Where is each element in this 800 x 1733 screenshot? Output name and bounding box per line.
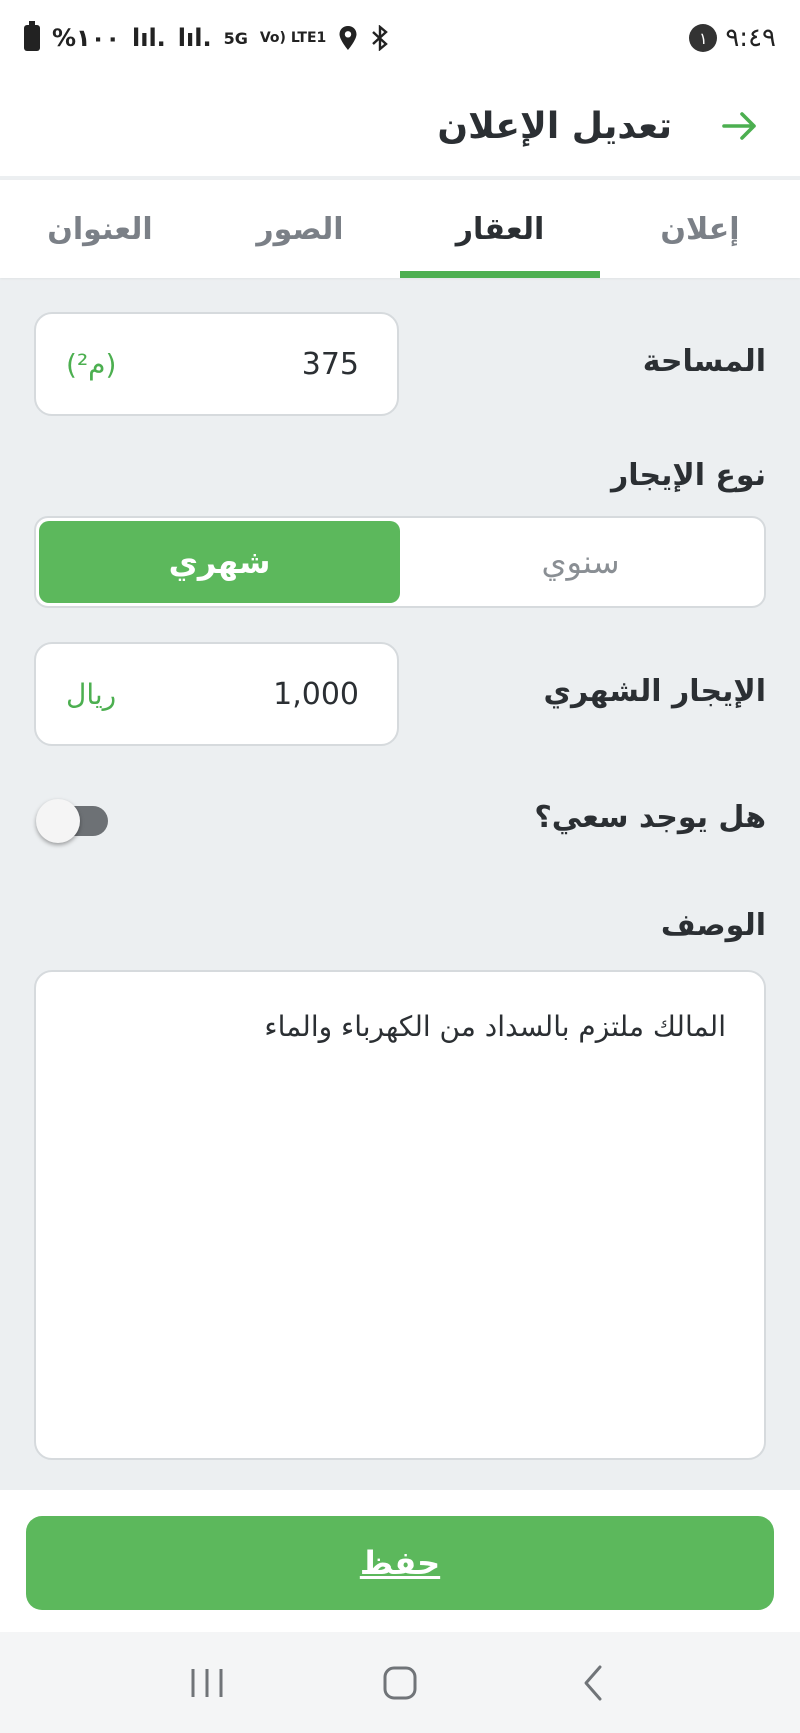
recent-apps-button[interactable] [177, 1653, 237, 1713]
broker-fee-label: هل يوجد سعي؟ [534, 800, 766, 835]
area-unit: (م²) [66, 347, 117, 381]
battery-level: %١٠٠ [52, 24, 120, 52]
bluetooth-icon [372, 25, 389, 51]
tab-property[interactable]: العقار [400, 180, 600, 278]
clock: ٩:٤٩ [725, 23, 776, 53]
signal-icon-2: lıl. [177, 24, 212, 52]
rent-type-label: نوع الإيجار [610, 458, 766, 493]
system-nav-bar [0, 1632, 800, 1733]
recent-apps-icon [191, 1668, 223, 1697]
network-type: 5G [223, 28, 248, 48]
notification-badge: ١ [689, 24, 718, 52]
bottom-action-bar: حفظ [0, 1490, 800, 1632]
area-label: المساحة [642, 344, 766, 379]
status-icons: %١٠٠ lıl. lıl. 5G Vo) LTE1 [24, 21, 390, 52]
monthly-rent-field[interactable]: ريال 1,000 [34, 642, 399, 746]
toggle-knob [36, 799, 80, 843]
page-title: تعديل الإعلان [437, 105, 672, 147]
back-button[interactable] [563, 1653, 623, 1713]
save-button[interactable]: حفظ [26, 1516, 774, 1610]
rent-type-monthly[interactable]: شهري [39, 521, 400, 603]
monthly-rent-value: 1,000 [273, 676, 359, 712]
back-arrow-icon[interactable] [720, 106, 760, 146]
description-textarea[interactable]: المالك ملتزم بالسداد من الكهرباء والماء [34, 970, 766, 1460]
broker-fee-toggle[interactable] [36, 799, 108, 843]
signal-icon: lıl. [132, 24, 166, 52]
description-label: الوصف [660, 908, 766, 943]
back-chevron-icon [584, 1665, 602, 1700]
home-icon [383, 1666, 417, 1699]
app-header: تعديل الإعلان [0, 76, 800, 176]
rent-type-yearly[interactable]: سنوي [400, 521, 761, 603]
area-value: 375 [301, 346, 359, 382]
status-bar: %١٠٠ lıl. lıl. 5G Vo) LTE1 ١ ٩:٤٩ [0, 0, 800, 76]
volte-indicator: Vo) LTE1 [259, 30, 327, 46]
monthly-rent-label: الإيجار الشهري [543, 674, 766, 709]
rent-type-selector: شهري سنوي [34, 516, 766, 608]
currency-unit: ريال [66, 677, 117, 711]
battery-icon [24, 21, 40, 51]
area-field[interactable]: (م²) 375 [34, 312, 399, 416]
tab-bar: إعلان العقار الصور العنوان [0, 180, 800, 278]
home-button[interactable] [370, 1653, 430, 1713]
tab-address[interactable]: العنوان [0, 180, 200, 278]
status-time-area: ١ ٩:٤٩ [689, 23, 776, 53]
tab-photos[interactable]: الصور [200, 180, 400, 278]
location-icon [339, 26, 357, 50]
tab-ad[interactable]: إعلان [600, 180, 800, 278]
